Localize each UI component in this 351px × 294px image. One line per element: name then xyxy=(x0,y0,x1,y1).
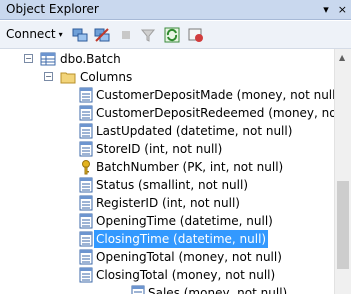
column-item[interactable]: RegisterID (int, not null) xyxy=(96,194,240,212)
object-tree: − dbo.Batch − Columns CustomerDepositMad… xyxy=(0,49,334,294)
folder-icon xyxy=(60,72,76,84)
collapse-columns-expander[interactable]: − xyxy=(44,72,53,81)
filter-icon[interactable] xyxy=(140,27,156,43)
column-item[interactable]: LastUpdated (datetime, not null) xyxy=(96,122,292,140)
column-icon xyxy=(79,213,93,229)
title-buttons: ▾ × xyxy=(323,1,347,19)
scrollbar-thumb[interactable] xyxy=(337,181,349,269)
stop-icon[interactable] xyxy=(118,27,134,43)
scroll-up-arrow-icon[interactable]: ▲ xyxy=(339,53,345,62)
object-explorer-titlebar: Object Explorer ▾ × xyxy=(0,0,351,20)
chevron-down-icon: ▾ xyxy=(58,30,63,39)
connect-object-icon[interactable] xyxy=(72,27,88,43)
close-icon[interactable]: × xyxy=(338,1,347,19)
column-item[interactable]: BatchNumber (PK, int, not null) xyxy=(96,158,283,176)
toolbar: Connect ▾ xyxy=(0,21,351,49)
connect-button[interactable]: Connect ▾ xyxy=(6,27,63,41)
column-icon xyxy=(79,195,93,211)
columns-folder-label[interactable]: Columns xyxy=(80,68,132,86)
column-icon xyxy=(79,87,93,103)
column-icon xyxy=(79,231,93,247)
column-icon xyxy=(79,267,93,283)
column-item[interactable]: Status (smallint, not null) xyxy=(96,176,248,194)
column-item[interactable]: Sales (money, not null) xyxy=(148,284,287,294)
column-item[interactable]: CustomerDepositMade (money, not null) xyxy=(96,86,334,104)
column-icon xyxy=(79,141,93,157)
column-item[interactable]: ClosingTotal (money, not null) xyxy=(96,266,275,284)
collapse-table-expander[interactable]: − xyxy=(24,54,33,63)
pin-dropdown-icon[interactable]: ▾ xyxy=(323,1,329,19)
disconnect-icon[interactable] xyxy=(94,27,110,43)
table-node-label[interactable]: dbo.Batch xyxy=(60,50,121,68)
table-icon xyxy=(40,52,56,66)
column-icon xyxy=(79,249,93,265)
column-icon xyxy=(131,285,145,294)
refresh-icon[interactable] xyxy=(164,27,180,43)
column-item[interactable]: OpeningTotal (money, not null) xyxy=(96,248,282,266)
column-item[interactable]: CustomerDepositRedeemed (money, not xyxy=(96,104,334,122)
connect-label: Connect xyxy=(6,27,56,41)
panel-title: Object Explorer xyxy=(6,2,99,16)
vertical-scrollbar[interactable]: ▲ xyxy=(334,49,351,294)
column-item[interactable]: StoreID (int, not null) xyxy=(96,140,222,158)
selected-column-item[interactable]: ClosingTime (datetime, null) xyxy=(94,230,269,248)
column-icon xyxy=(79,123,93,139)
column-icon xyxy=(79,177,93,193)
column-icon xyxy=(79,105,93,121)
activity-monitor-icon[interactable] xyxy=(188,27,204,43)
column-item[interactable]: OpeningTime (datetime, null) xyxy=(96,212,273,230)
key-icon xyxy=(82,160,90,175)
